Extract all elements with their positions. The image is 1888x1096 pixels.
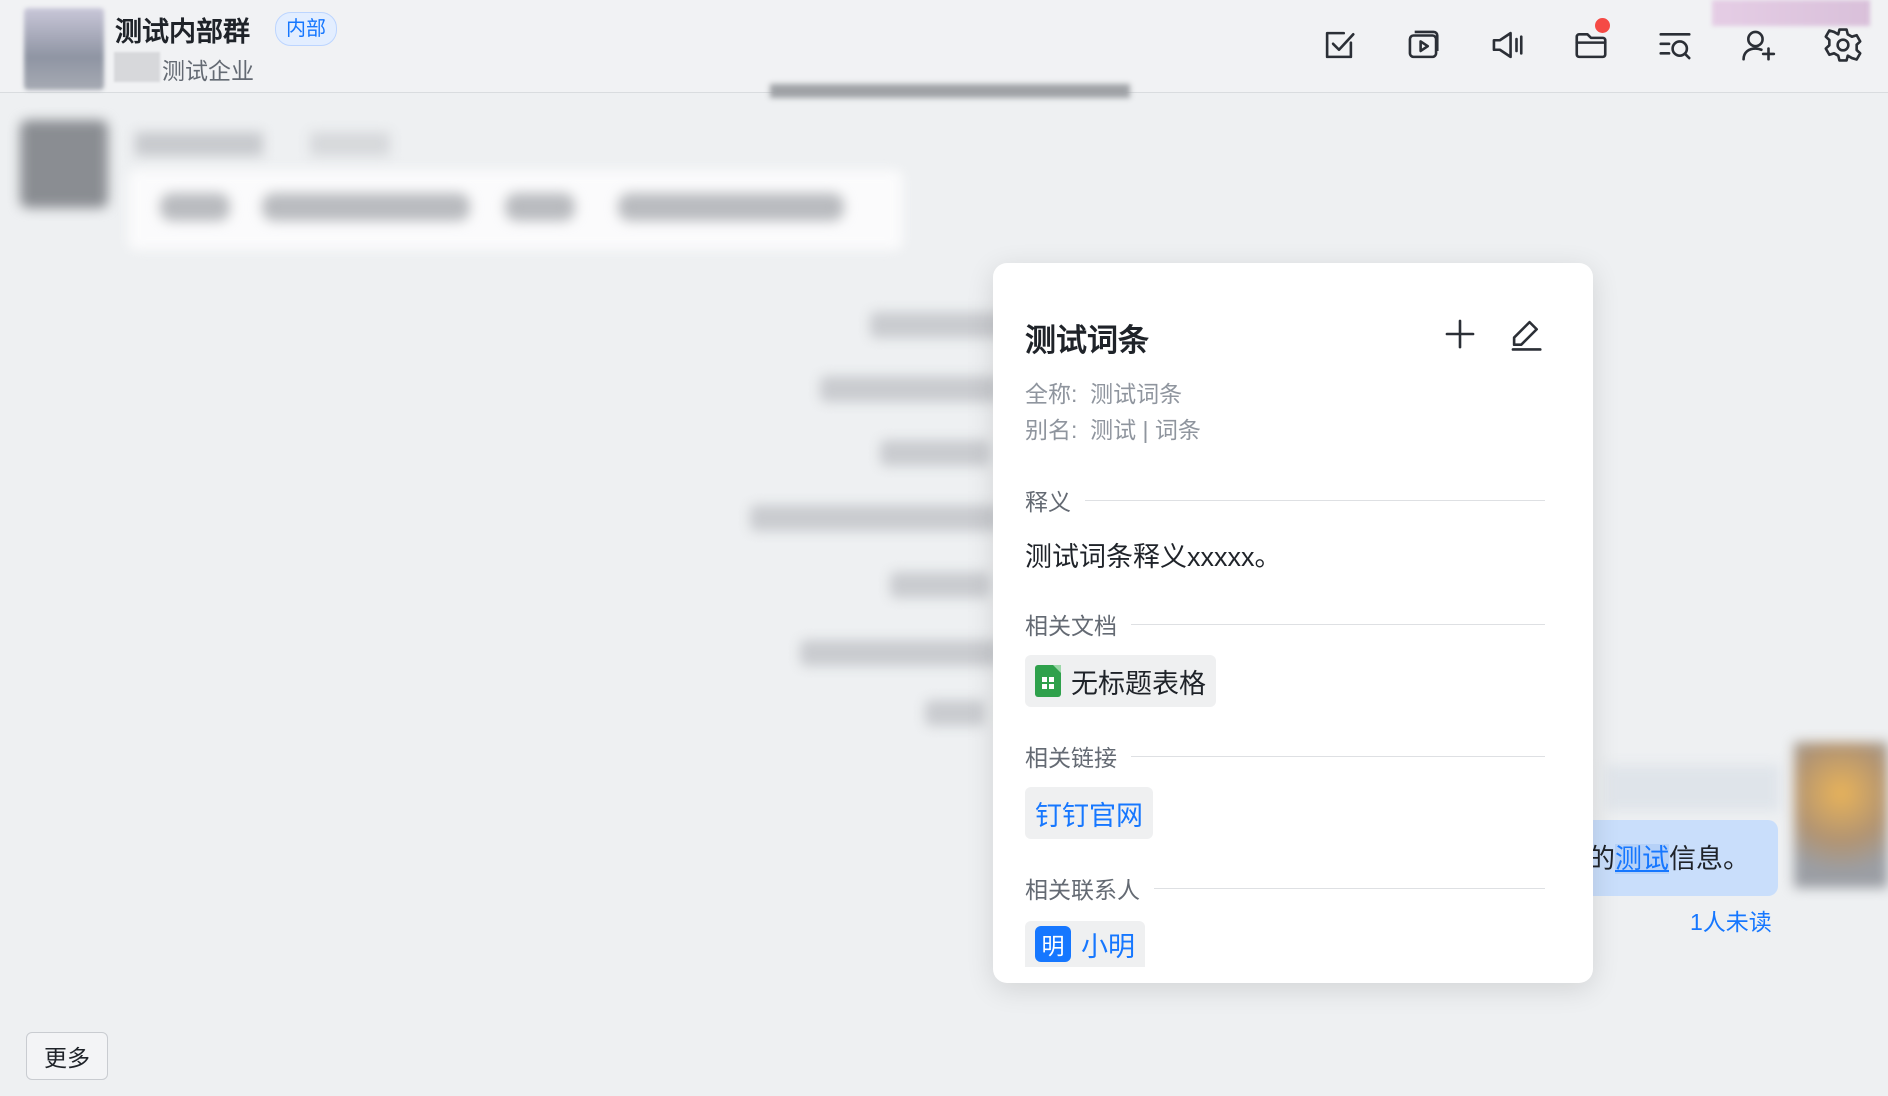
alias-label: 别名: [1025, 417, 1078, 443]
message-pill [262, 193, 470, 221]
blurred-line [750, 505, 1000, 531]
full-name-label: 全称: [1025, 381, 1078, 407]
alias-value: 测试 | 词条 [1090, 417, 1201, 443]
blurred-line [870, 312, 1010, 338]
add-member-button[interactable] [1734, 20, 1784, 70]
edit-icon[interactable] [1507, 315, 1545, 353]
add-icon[interactable] [1441, 315, 1479, 353]
header-toolbar [1280, 18, 1868, 70]
contacts-label: 相关联系人 [1025, 877, 1140, 903]
full-name-row: 全称: 测试词条 [1025, 375, 1182, 409]
divider [1085, 499, 1545, 501]
group-avatar[interactable] [24, 8, 104, 90]
related-contact-chip[interactable]: 明 小明 [1025, 921, 1145, 967]
search-history-button[interactable] [1650, 20, 1700, 70]
glossary-term-link[interactable]: 测试 [1615, 844, 1669, 874]
settings-button[interactable] [1818, 20, 1868, 70]
chat-header: 测试内部群 内部 测试企业 [0, 0, 1888, 93]
divider [1154, 887, 1545, 889]
more-button[interactable]: 更多 [26, 1032, 108, 1080]
internal-badge: 内部 [275, 12, 337, 46]
divider [1131, 755, 1545, 757]
notification-dot [1595, 18, 1610, 33]
my-avatar[interactable] [1794, 742, 1888, 888]
related-link-name: 钉钉官网 [1035, 800, 1143, 831]
unread-status[interactable]: 1人未读 [1690, 903, 1772, 937]
related-doc-chip[interactable]: 无标题表格 [1025, 655, 1216, 707]
settings-icon [1824, 28, 1862, 62]
alias-row: 别名: 测试 | 词条 [1025, 411, 1201, 445]
card-actions [1441, 315, 1545, 353]
definition-label: 释义 [1025, 489, 1071, 515]
message-pill [618, 193, 844, 221]
blurred-line [890, 572, 990, 598]
blurred-line [800, 640, 1000, 666]
files-button[interactable] [1566, 18, 1616, 70]
docs-section: 相关文档 [1025, 607, 1545, 641]
contact-name: 小明 [1081, 931, 1135, 962]
divider [1131, 623, 1545, 625]
task-button[interactable] [1314, 20, 1364, 70]
contacts-section: 相关联系人 [1025, 871, 1545, 905]
meeting-icon [1408, 30, 1439, 59]
glossary-card: 测试词条 全称: 测试词条 别名: 测试 | 词条 释义 测试词条释义xxxxx… [993, 263, 1593, 983]
task-check-icon [1325, 31, 1355, 59]
sender-info-blur [1606, 765, 1780, 811]
blurred-line [925, 700, 985, 726]
full-name-value: 测试词条 [1090, 381, 1183, 407]
announcement-icon [1492, 31, 1523, 59]
links-section: 相关链接 [1025, 739, 1545, 773]
message-pill [160, 193, 230, 221]
blurred-line [880, 440, 990, 466]
docs-label: 相关文档 [1025, 613, 1117, 639]
message-time [310, 132, 390, 156]
company-logo [114, 52, 160, 82]
company-name: 测试企业 [162, 58, 254, 84]
related-link-chip[interactable]: 钉钉官网 [1025, 787, 1153, 839]
search-history-icon [1659, 33, 1691, 60]
group-title[interactable]: 测试内部群 [115, 10, 250, 49]
message-pill [505, 193, 575, 221]
spreadsheet-icon [1035, 665, 1061, 697]
contact-avatar: 明 [1035, 926, 1071, 962]
definition-section: 释义 [1025, 483, 1545, 517]
system-message [770, 84, 1130, 98]
announcement-button[interactable] [1482, 20, 1532, 70]
links-label: 相关链接 [1025, 745, 1117, 771]
blurred-line [820, 376, 1000, 402]
sender-name [135, 132, 263, 156]
message-text: 的测试信息。 [1588, 837, 1750, 876]
related-doc-name: 无标题表格 [1071, 668, 1206, 699]
definition-text: 测试词条释义xxxxx。 [1025, 542, 1282, 572]
sender-avatar [20, 120, 108, 208]
message-text-suffix: 信息。 [1669, 844, 1750, 874]
add-member-icon [1742, 30, 1776, 61]
glossary-term-title: 测试词条 [1025, 323, 1149, 358]
meeting-button[interactable] [1398, 20, 1448, 70]
